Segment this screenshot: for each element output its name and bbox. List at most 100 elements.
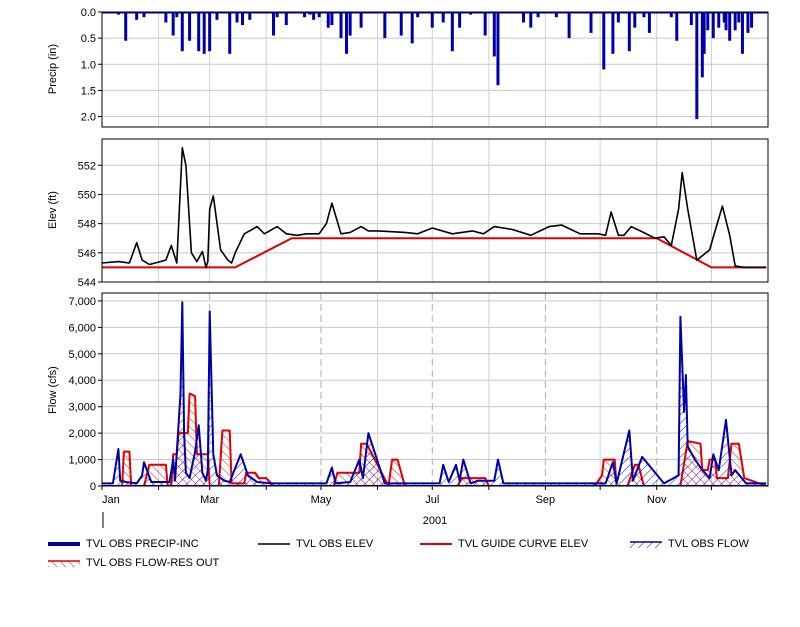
precip-bar bbox=[197, 12, 201, 52]
y-tick-label: 550 bbox=[78, 189, 96, 201]
precip-bar bbox=[275, 12, 279, 18]
precip-bar bbox=[695, 12, 699, 120]
precip-bar bbox=[483, 12, 487, 36]
precip-bar bbox=[589, 12, 593, 33]
precip-bar bbox=[642, 12, 646, 18]
precip-bar bbox=[450, 12, 454, 52]
precip-bar bbox=[326, 12, 330, 28]
precip-bar bbox=[529, 12, 533, 28]
y-tick-label: 548 bbox=[78, 219, 96, 231]
y-tick-label: 5,000 bbox=[68, 349, 96, 361]
year-label: 2001 bbox=[423, 515, 447, 527]
flow-series bbox=[102, 301, 768, 486]
precip-bar bbox=[399, 12, 403, 36]
y-tick-label: 7,000 bbox=[68, 296, 96, 308]
precip-bar bbox=[746, 12, 750, 33]
precip-bar bbox=[430, 12, 434, 28]
axes-layer: 0.0 0.5 1.0 1.5 2.0 544 546 548 550 552 0 1,000 2,00… bbox=[68, 7, 712, 506]
precip-bar bbox=[359, 12, 363, 28]
precip-bar bbox=[675, 12, 679, 41]
precip-bar bbox=[567, 12, 571, 39]
precip-bar bbox=[602, 12, 606, 70]
y-tick-label: 1,000 bbox=[68, 455, 96, 467]
precip-bar bbox=[235, 12, 239, 23]
precip-bar bbox=[733, 12, 737, 31]
y-tick-label: 0.5 bbox=[81, 33, 96, 45]
precip-bar bbox=[383, 12, 387, 39]
precip-bar bbox=[175, 12, 179, 18]
precip-bar bbox=[215, 12, 219, 20]
precip-bar bbox=[228, 12, 232, 54]
precip-bar bbox=[124, 12, 128, 41]
precip-bar bbox=[248, 12, 252, 20]
precip-bar bbox=[240, 12, 244, 26]
precip-bar bbox=[416, 12, 420, 18]
precip-bar bbox=[740, 12, 744, 54]
x-tick-label: May bbox=[311, 494, 332, 506]
y-tick-label: 544 bbox=[78, 277, 96, 289]
y-tick-label: 0.0 bbox=[81, 7, 96, 19]
y-tick-label: 546 bbox=[78, 248, 96, 260]
obs-flow-line bbox=[102, 301, 767, 485]
precip-bars bbox=[102, 12, 768, 120]
precip-bar bbox=[303, 12, 307, 18]
x-tick-label: Jan bbox=[102, 494, 120, 506]
frame-layer bbox=[101, 11, 769, 487]
precip-bar bbox=[348, 12, 352, 36]
precip-bar bbox=[496, 12, 500, 86]
precip-bar bbox=[536, 12, 540, 18]
precip-bar bbox=[750, 12, 754, 28]
precip-bar bbox=[702, 12, 706, 54]
precip-bar bbox=[689, 12, 693, 26]
precip-bar bbox=[142, 12, 146, 18]
panel-frame bbox=[101, 138, 769, 283]
y-tick-label: 1.0 bbox=[81, 59, 96, 71]
data-layer bbox=[102, 12, 768, 486]
panel-frame bbox=[101, 11, 769, 128]
y-tick-label: 3,000 bbox=[68, 402, 96, 414]
y-tick-label: 2,000 bbox=[68, 428, 96, 440]
precip-bar bbox=[521, 12, 525, 23]
precip-bar bbox=[669, 12, 673, 18]
x-tick-label: Nov bbox=[647, 494, 667, 506]
precip-bar bbox=[492, 12, 496, 57]
precip-bar bbox=[616, 12, 620, 23]
precip-bar bbox=[706, 12, 710, 31]
precip-bar bbox=[188, 12, 192, 41]
precip-bar bbox=[647, 12, 651, 33]
precip-bar bbox=[284, 12, 288, 26]
precip-bar bbox=[711, 12, 715, 39]
precip-bar bbox=[724, 12, 728, 31]
precip-bar bbox=[202, 12, 206, 54]
precip-bar bbox=[330, 12, 334, 26]
flow-axis-label: Flow (cfs) bbox=[47, 366, 59, 414]
precip-bar bbox=[611, 12, 615, 54]
precip-bar bbox=[164, 12, 168, 23]
hydrograph-chart: 0.0 0.5 1.0 1.5 2.0 544 546 548 550 552 0 1,000 2,00… bbox=[47, 7, 769, 528]
precip-bar bbox=[441, 12, 445, 23]
precip-bar bbox=[717, 12, 721, 28]
precip-bar bbox=[208, 12, 212, 52]
elevation-axis-label: Elev (ft) bbox=[47, 191, 59, 229]
precip-bar bbox=[317, 12, 321, 18]
x-tick-label: Sep bbox=[536, 494, 556, 506]
y-tick-label: 4,000 bbox=[68, 375, 96, 387]
x-tick-label: Jul bbox=[425, 494, 439, 506]
precip-bar bbox=[627, 12, 631, 52]
y-tick-label: 0 bbox=[90, 481, 96, 493]
precip-bar bbox=[554, 12, 558, 18]
y-tick-label: 6,000 bbox=[68, 322, 96, 334]
precip-bar bbox=[410, 12, 414, 44]
grid-layer bbox=[102, 11, 768, 487]
x-tick-label: Mar bbox=[200, 494, 219, 506]
precip-bar bbox=[633, 12, 637, 28]
y-tick-label: 2.0 bbox=[81, 112, 96, 124]
precip-bar bbox=[171, 12, 175, 36]
y-tick-label: 1.5 bbox=[81, 85, 96, 97]
precip-bar bbox=[312, 12, 316, 20]
precip-bar bbox=[272, 12, 276, 36]
precip-bar bbox=[728, 12, 732, 41]
precip-bar bbox=[737, 12, 741, 23]
precip-bar bbox=[458, 12, 462, 28]
precip-axis-label: Precip (in) bbox=[47, 44, 59, 94]
